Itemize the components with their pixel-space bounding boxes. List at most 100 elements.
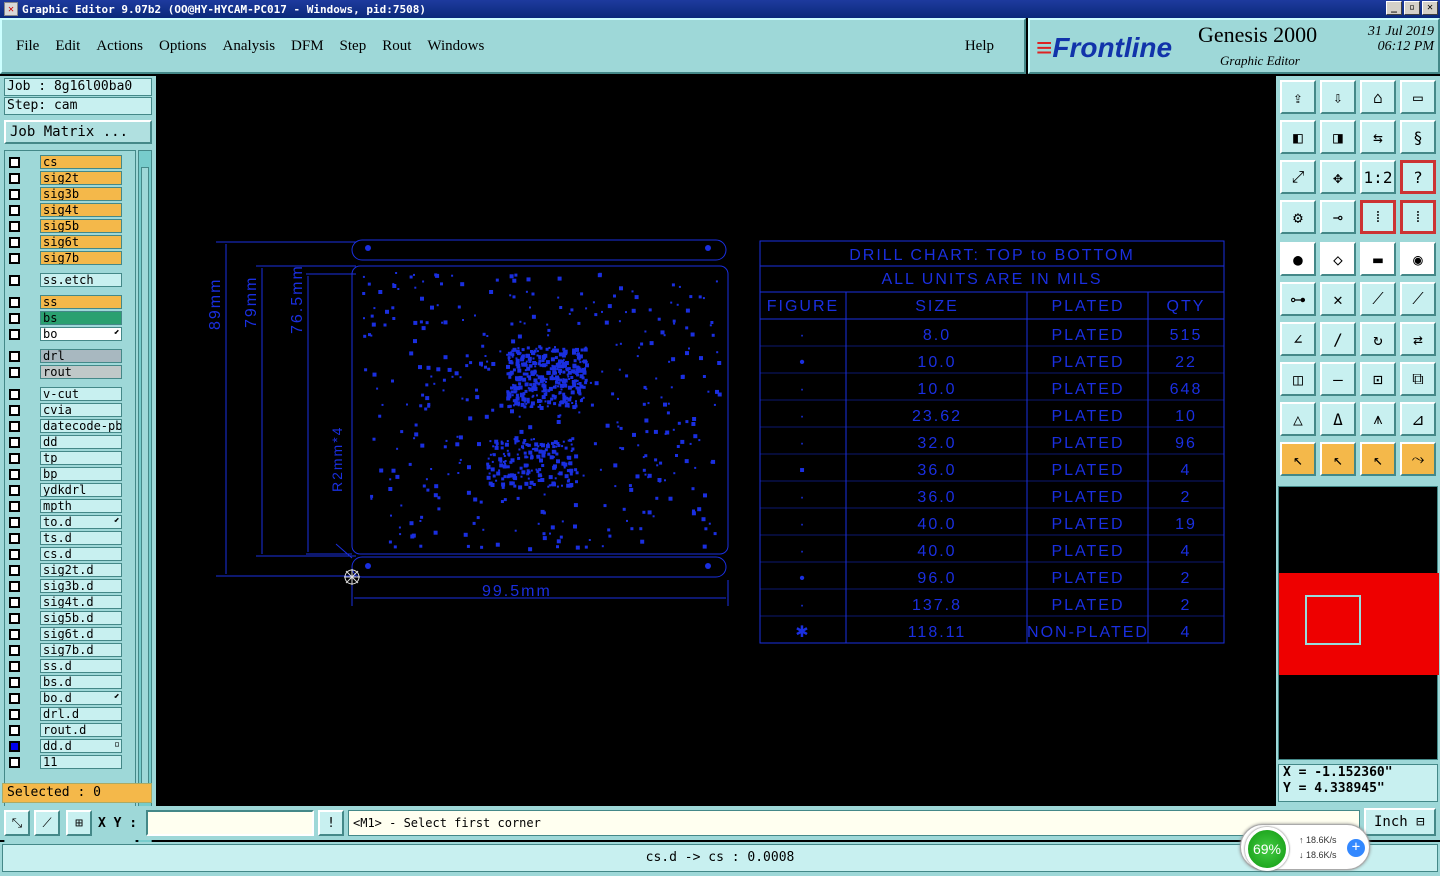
circle-icon[interactable]: ◉	[1400, 242, 1436, 276]
dash-icon[interactable]: —	[1320, 362, 1356, 396]
layer-row-ss.etch[interactable]: ss.etch	[9, 273, 122, 287]
layer-name[interactable]: datecode-pbc	[40, 419, 122, 433]
layer-checkbox[interactable]	[9, 420, 20, 432]
layer-checkbox[interactable]	[9, 612, 20, 624]
layer-row-tp[interactable]: tp	[9, 451, 122, 465]
angle-icon[interactable]: ∠	[1280, 322, 1316, 356]
scale-icon[interactable]: 1:2	[1360, 160, 1396, 194]
pan-icon[interactable]: ✥	[1320, 160, 1356, 194]
left-arrow-icon[interactable]: ◧	[1280, 120, 1316, 154]
layer-checkbox[interactable]	[9, 756, 20, 768]
import-icon[interactable]: ⇩	[1320, 80, 1356, 114]
measure-icon[interactable]: ⟋	[34, 810, 60, 836]
tri3-icon[interactable]: ⩚	[1360, 402, 1396, 436]
layer-name[interactable]: sig3b	[40, 187, 122, 201]
right-arrow-icon[interactable]: ◨	[1320, 120, 1356, 154]
layer-checkbox[interactable]	[9, 366, 20, 378]
menu-step[interactable]: Step	[340, 38, 367, 55]
layer-checkbox[interactable]	[9, 350, 20, 362]
close-button[interactable]: ✕	[1422, 1, 1438, 15]
layer-row-sig6t.d[interactable]: sig6t.d	[9, 627, 122, 641]
layers-icon[interactable]: ⁞	[1360, 200, 1396, 234]
layer-row-bp[interactable]: bp	[9, 467, 122, 481]
layer-checkbox[interactable]	[9, 708, 20, 720]
layer-checkbox[interactable]	[9, 452, 20, 464]
add-icon[interactable]: +	[1347, 839, 1365, 857]
layer-row-bs.d[interactable]: bs.d	[9, 675, 122, 689]
record-icon[interactable]: ●	[1280, 242, 1316, 276]
maximize-button[interactable]: ▫	[1404, 1, 1420, 15]
minimize-button[interactable]: _	[1386, 1, 1402, 15]
layer-name[interactable]: to.d	[40, 515, 122, 529]
layer-row-sig5b.d[interactable]: sig5b.d	[9, 611, 122, 625]
layer-name[interactable]: rout	[40, 365, 122, 379]
step-icon[interactable]: §	[1400, 120, 1436, 154]
layer-row-drl.d[interactable]: drl.d	[9, 707, 122, 721]
layer-name[interactable]: dd.d	[40, 739, 122, 753]
layer-checkbox[interactable]	[9, 644, 20, 656]
layer-checkbox[interactable]	[9, 404, 20, 416]
layer-name[interactable]: ts.d	[40, 531, 122, 545]
layer-name[interactable]: bp	[40, 467, 122, 481]
layer-row-rout[interactable]: rout	[9, 365, 122, 379]
connect-icon[interactable]: ⊶	[1280, 282, 1316, 316]
layer-row-sig3b.d[interactable]: sig3b.d	[9, 579, 122, 593]
layer-checkbox[interactable]	[9, 580, 20, 592]
layer-name[interactable]: drl.d	[40, 707, 122, 721]
menu-file[interactable]: File	[16, 38, 39, 55]
help-icon[interactable]: ?	[1400, 160, 1436, 194]
node-icon[interactable]: ◫	[1280, 362, 1316, 396]
group-icon[interactable]: ⧉	[1400, 362, 1436, 396]
layer-checkbox[interactable]	[9, 532, 20, 544]
layer-row-dd[interactable]: dd	[9, 435, 122, 449]
layer-row-ss[interactable]: ss	[9, 295, 122, 309]
network-monitor-widget[interactable]: 69% ↑ 18.6K/s ↓ 18.6K/s +	[1240, 824, 1370, 871]
tri2-icon[interactable]: Δ	[1320, 402, 1356, 436]
layer-name[interactable]: sig5b.d	[40, 611, 122, 625]
layer-name[interactable]: sig7b.d	[40, 643, 122, 657]
resize-icon[interactable]: ⊡	[1360, 362, 1396, 396]
layer-name[interactable]: cs.d	[40, 547, 122, 561]
layer-name[interactable]: dd	[40, 435, 122, 449]
layer-name[interactable]: bs	[40, 311, 122, 325]
layer-row-bo[interactable]: bo ⬋	[9, 327, 122, 341]
layer-row-bo.d[interactable]: bo.d ⬋	[9, 691, 122, 705]
layer-row-datecode-pbc[interactable]: datecode-pbc	[9, 419, 122, 433]
settings-icon[interactable]: ⚙	[1280, 200, 1316, 234]
layer-checkbox[interactable]	[9, 676, 20, 688]
menu-help[interactable]: Help	[965, 38, 994, 55]
fit-icon[interactable]: ⤢	[1280, 160, 1316, 194]
swap-icon[interactable]: ⇆	[1360, 120, 1396, 154]
job-matrix-button[interactable]: Job Matrix ...	[4, 120, 152, 144]
layer-row-dd.d[interactable]: dd.d ▫	[9, 739, 122, 753]
menu-dfm[interactable]: DFM	[291, 38, 324, 55]
layer-name[interactable]: sig3b.d	[40, 579, 122, 593]
layer-checkbox[interactable]	[9, 564, 20, 576]
layer-name[interactable]: sig4t	[40, 203, 122, 217]
layer-row-sig4t.d[interactable]: sig4t.d	[9, 595, 122, 609]
cross-icon[interactable]: ✕	[1320, 282, 1356, 316]
line-node2-icon[interactable]: ⟋	[1400, 282, 1436, 316]
layer-row-drl[interactable]: drl	[9, 349, 122, 363]
scroll-thumb[interactable]	[141, 167, 149, 787]
units-selector[interactable]: Inch ⊟	[1364, 808, 1436, 836]
layer-name[interactable]: cs	[40, 155, 122, 169]
layer-checkbox[interactable]	[9, 172, 20, 184]
layer-checkbox[interactable]	[9, 274, 20, 286]
layer-checkbox[interactable]	[9, 548, 20, 560]
layer-name[interactable]: sig6t	[40, 235, 122, 249]
layer-name[interactable]: sig2t	[40, 171, 122, 185]
menu-options[interactable]: Options	[159, 38, 207, 55]
layer-checkbox[interactable]	[9, 436, 20, 448]
layer-name[interactable]: ss.d	[40, 659, 122, 673]
layer-name[interactable]: bs.d	[40, 675, 122, 689]
layer-row-cvia[interactable]: cvia	[9, 403, 122, 417]
layer-name[interactable]: sig4t.d	[40, 595, 122, 609]
layer-name[interactable]: mpth	[40, 499, 122, 513]
layer-scrollbar[interactable]	[138, 150, 152, 850]
layer-name[interactable]: ydkdrl	[40, 483, 122, 497]
layer-checkbox[interactable]	[9, 660, 20, 672]
layer-checkbox[interactable]	[9, 484, 20, 496]
layer-checkbox[interactable]	[9, 388, 20, 400]
flip-icon[interactable]: ⇄	[1400, 322, 1436, 356]
